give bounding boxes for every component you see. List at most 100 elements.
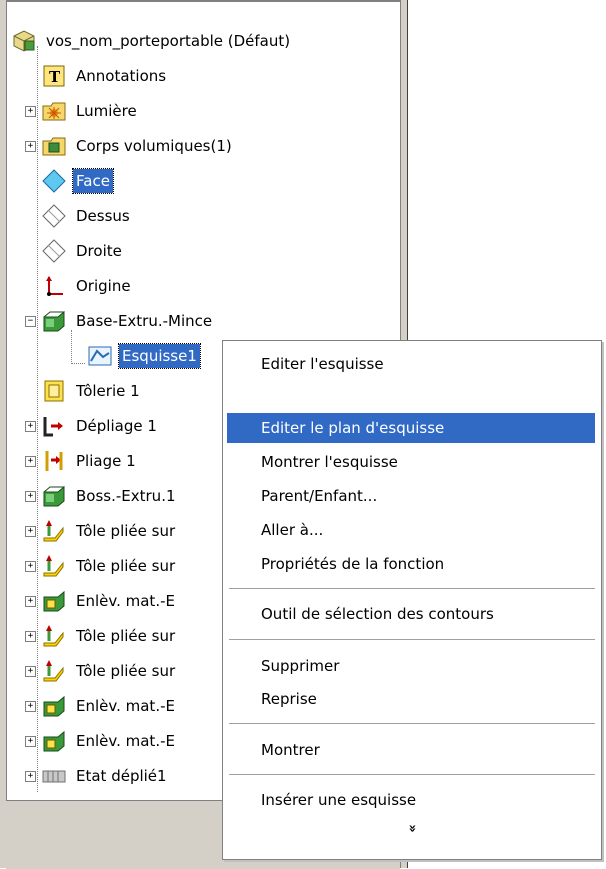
expand-toggle[interactable]: + [25, 736, 36, 747]
tree-item-label: Boss.-Extru.1 [76, 487, 176, 505]
menu-item-edit-sketch-plane[interactable]: Editer le plan d'esquisse [227, 413, 595, 443]
tree-item-esquisse1[interactable]: Esquisse1 [87, 341, 201, 371]
tree-item-enlev-2[interactable]: Enlèv. mat.-E [41, 691, 178, 721]
menu-item-parent-child[interactable]: Parent/Enfant... [227, 481, 595, 511]
assembly-part-icon [11, 28, 37, 54]
sketch-icon [87, 343, 113, 369]
tree-root-label: vos_nom_porteportable (Défaut) [46, 32, 291, 50]
tree-item-label: Corps volumiques(1) [76, 137, 232, 155]
tree-item-enlev-1[interactable]: Enlèv. mat.-E [41, 586, 178, 616]
menu-item-feature-properties[interactable]: Propriétés de la fonction [227, 549, 595, 579]
tree-item-label: Tôle pliée sur [76, 627, 176, 645]
extrude-feature-icon [41, 308, 67, 334]
menu-item-insert-sketch[interactable]: Insérer une esquisse [227, 785, 595, 815]
expand-toggle[interactable]: + [25, 631, 36, 642]
tree-line [37, 46, 38, 792]
expand-toggle[interactable]: + [25, 666, 36, 677]
expand-toggle[interactable]: + [25, 561, 36, 572]
svg-text:T: T [49, 68, 61, 86]
menu-separator [229, 723, 595, 724]
edge-flange-icon [41, 658, 67, 684]
tree-item-label: Tôle pliée sur [76, 522, 176, 540]
unfold-icon [41, 413, 67, 439]
flat-pattern-icon [41, 763, 67, 789]
annotations-icon: T [41, 63, 67, 89]
menu-expand-chevron-icon[interactable]: » [223, 821, 601, 836]
fold-icon [41, 448, 67, 474]
tree-item-etat-deplie[interactable]: Etat déplié1 [41, 761, 170, 791]
menu-item-contour-select-tool[interactable]: Outil de sélection des contours [227, 599, 595, 629]
tree-item-dessus[interactable]: Dessus [41, 201, 133, 231]
tree-item-lumiere[interactable]: Lumière [41, 96, 140, 126]
expand-toggle[interactable]: + [25, 701, 36, 712]
menu-item-rollback[interactable]: Reprise [227, 684, 595, 714]
light-folder-icon [41, 98, 67, 124]
tree-item-label: Face [72, 168, 114, 194]
tree-item-face[interactable]: Face [41, 166, 114, 196]
tree-item-corps[interactable]: Corps volumiques(1) [41, 131, 235, 161]
expand-toggle[interactable]: + [25, 141, 36, 152]
menu-separator [229, 639, 595, 640]
edge-flange-icon [41, 518, 67, 544]
tree-item-tolerie[interactable]: Tôlerie 1 [41, 376, 143, 406]
tree-item-label: Dessus [76, 207, 130, 225]
context-menu: Editer l'esquisse Editer le plan d'esqui… [222, 340, 602, 860]
tree-item-label: Enlèv. mat.-E [76, 592, 175, 610]
tree-item-label: Pliage 1 [76, 452, 136, 470]
menu-item-go-to[interactable]: Aller à... [227, 515, 595, 545]
plane-icon [41, 168, 67, 194]
expand-toggle[interactable]: + [25, 526, 36, 537]
tree-item-label: Dépliage 1 [76, 417, 157, 435]
cut-extrude-icon [41, 728, 67, 754]
tree-item-enlev-3[interactable]: Enlèv. mat.-E [41, 726, 178, 756]
origin-icon [41, 273, 67, 299]
tree-item-label: Tôlerie 1 [76, 382, 140, 400]
edge-flange-icon [41, 553, 67, 579]
tree-item-base-extru[interactable]: Base-Extru.-Mince [41, 306, 215, 336]
plane-icon [41, 203, 67, 229]
cut-extrude-icon [41, 693, 67, 719]
menu-item-edit-sketch[interactable]: Editer l'esquisse [227, 349, 595, 379]
tree-item-label: Base-Extru.-Mince [76, 312, 213, 330]
collapse-toggle[interactable]: − [25, 316, 36, 327]
tree-item-label: Esquisse1 [118, 343, 201, 369]
tree-root[interactable]: vos_nom_porteportable (Défaut) [11, 26, 293, 56]
tree-item-label: Origine [76, 277, 131, 295]
tree-item-annotations[interactable]: T Annotations [41, 61, 169, 91]
tree-item-label: Etat déplié1 [76, 767, 167, 785]
tree-item-tole-pliee-1[interactable]: Tôle pliée sur [41, 516, 178, 546]
expand-toggle[interactable]: + [25, 421, 36, 432]
window-frame-left [0, 0, 7, 868]
menu-item-show[interactable]: Montrer [227, 735, 595, 765]
tree-item-label: Enlèv. mat.-E [76, 697, 175, 715]
chevron-down-icon: » [404, 824, 420, 833]
expand-toggle[interactable]: + [25, 456, 36, 467]
expand-toggle[interactable]: + [25, 106, 36, 117]
tree-item-droite[interactable]: Droite [41, 236, 125, 266]
tree-item-pliage[interactable]: Pliage 1 [41, 446, 139, 476]
tree-item-tole-pliee-2[interactable]: Tôle pliée sur [41, 551, 178, 581]
sheet-metal-icon [41, 378, 67, 404]
tree-item-label: Enlèv. mat.-E [76, 732, 175, 750]
expand-toggle[interactable]: + [25, 771, 36, 782]
extrude-feature-icon [41, 483, 67, 509]
tree-item-tole-pliee-4[interactable]: Tôle pliée sur [41, 656, 178, 686]
tree-item-boss-extru[interactable]: Boss.-Extru.1 [41, 481, 179, 511]
expand-toggle[interactable]: + [25, 596, 36, 607]
tree-item-origine[interactable]: Origine [41, 271, 134, 301]
tree-line-child-h [71, 363, 85, 364]
tree-item-label: Droite [76, 242, 122, 260]
expand-toggle[interactable]: + [25, 491, 36, 502]
tree-item-label: Tôle pliée sur [76, 662, 176, 680]
menu-item-show-sketch[interactable]: Montrer l'esquisse [227, 447, 595, 477]
menu-item-delete[interactable]: Supprimer [227, 651, 595, 681]
tree-item-depliage[interactable]: Dépliage 1 [41, 411, 160, 441]
menu-separator [229, 588, 595, 589]
tree-item-tole-pliee-3[interactable]: Tôle pliée sur [41, 621, 178, 651]
tree-item-label: Lumière [76, 102, 137, 120]
edge-flange-icon [41, 623, 67, 649]
solid-bodies-folder-icon [41, 133, 67, 159]
cut-extrude-icon [41, 588, 67, 614]
tree-item-label: Tôle pliée sur [76, 557, 176, 575]
tree-item-label: Annotations [76, 67, 167, 85]
